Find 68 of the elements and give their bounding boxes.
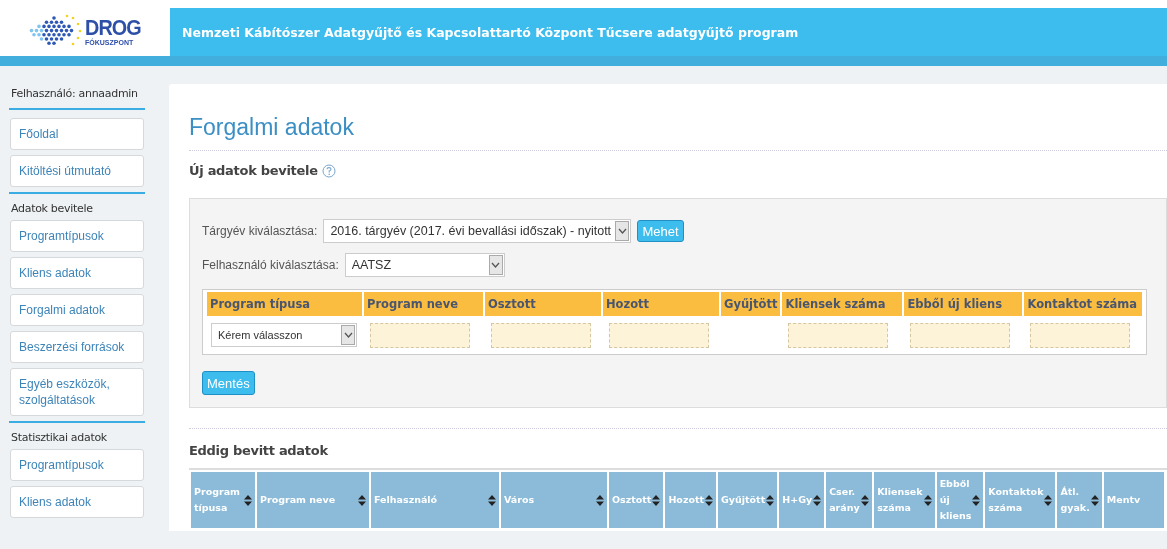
caret-icon [341, 325, 355, 345]
column-header[interactable]: Felhasználó [371, 472, 499, 528]
column-header[interactable]: H+Gy [779, 472, 825, 528]
user-label: Felhasználó: annaadmin [10, 86, 139, 102]
column-header[interactable]: Átl. gyak. [1057, 472, 1102, 528]
column-header[interactable]: Program típusa [191, 472, 255, 528]
column-header[interactable]: Cser. arány [826, 472, 873, 528]
user-dropdown[interactable]: AATSZ [344, 253, 505, 277]
column-header[interactable]: Osztott [609, 472, 664, 528]
sidebar-item[interactable]: Kliens adatok [10, 257, 144, 289]
column-header: Ebből új kliens [904, 292, 1023, 316]
caret-icon [488, 255, 503, 275]
year-dropdown[interactable]: 2016. tárgyév (2017. évi bevallási időszak) - nyitott [323, 219, 632, 243]
sidebar-item[interactable]: Főoldal [10, 118, 144, 150]
sidebar-item[interactable]: Programtípusok [10, 220, 144, 252]
app-title: Nemzeti Kábítószer Adatgyűjtő és Kapcsolattartó Központ Tűcsere adatgyűjtő program [182, 24, 799, 40]
section-title: Eddig bevitt adatok [189, 443, 329, 458]
sidebar-item[interactable]: Forgalmi adatok [10, 294, 144, 326]
section-heading: Statisztikai adatok [10, 431, 108, 444]
input-field[interactable] [788, 322, 889, 348]
page-title: Forgalmi adatok [189, 113, 355, 142]
sidebar-item[interactable]: Kliens adatok [10, 486, 144, 518]
sort-icon[interactable] [766, 494, 775, 506]
sort-icon[interactable] [596, 494, 604, 506]
sort-icon[interactable] [244, 494, 252, 506]
program-type-dropdown[interactable]: Kérem válasszon [211, 323, 357, 347]
column-header: Gyűjtött [721, 292, 781, 316]
input-field[interactable] [609, 322, 709, 348]
sort-icon[interactable] [813, 494, 822, 506]
column-header[interactable]: Hozott [665, 472, 717, 528]
column-header[interactable]: Kontaktok száma [985, 472, 1056, 528]
column-header: Program neve [364, 292, 483, 316]
logo-title: DROG [85, 16, 141, 39]
field-label: Felhasználó kiválasztása: [202, 258, 339, 272]
sort-icon[interactable] [1044, 494, 1053, 506]
input-field[interactable] [1030, 322, 1131, 348]
sort-icon[interactable] [705, 494, 714, 506]
sidebar-item[interactable]: Programtípusok [10, 449, 144, 481]
section-heading: Adatok bevitele [10, 202, 94, 215]
sort-icon[interactable] [652, 494, 661, 506]
column-header: Kliensek száma [782, 292, 903, 316]
sort-icon[interactable] [488, 494, 496, 506]
input-field[interactable] [910, 322, 1011, 348]
sidebar-item[interactable]: Egyéb eszközök, szolgáltatások [10, 368, 144, 416]
column-header: Kontaktot száma [1024, 292, 1143, 316]
column-header[interactable]: Gyűjtött [718, 472, 778, 528]
column-header: Hozott [603, 292, 719, 316]
sidebar-item[interactable]: Beszerzési források [10, 331, 144, 363]
sort-icon[interactable] [358, 494, 366, 506]
sort-icon[interactable] [923, 494, 932, 506]
column-header: Osztott [485, 292, 601, 316]
sort-icon[interactable] [1090, 494, 1099, 506]
column-header: Program típusa [207, 292, 362, 316]
column-header[interactable]: Mentv [1103, 472, 1164, 528]
section-title: Új adatok bevitele [189, 163, 318, 178]
sort-icon[interactable] [861, 494, 870, 506]
input-field[interactable] [370, 322, 470, 348]
input-field[interactable] [491, 322, 591, 348]
field-label: Tárgyév kiválasztása: [202, 224, 318, 238]
column-header[interactable]: Program neve [257, 472, 369, 528]
column-header[interactable]: Kliensek száma [874, 472, 935, 528]
caret-icon [615, 221, 630, 241]
column-header[interactable]: Ebből új kliens [936, 472, 984, 528]
sidebar-item[interactable]: Kitöltési útmutató [10, 155, 144, 187]
column-header[interactable]: Város [501, 472, 607, 528]
save-button[interactable]: Mentés [202, 371, 255, 395]
go-button[interactable]: Mehet [637, 220, 684, 242]
sort-icon[interactable] [972, 494, 981, 506]
